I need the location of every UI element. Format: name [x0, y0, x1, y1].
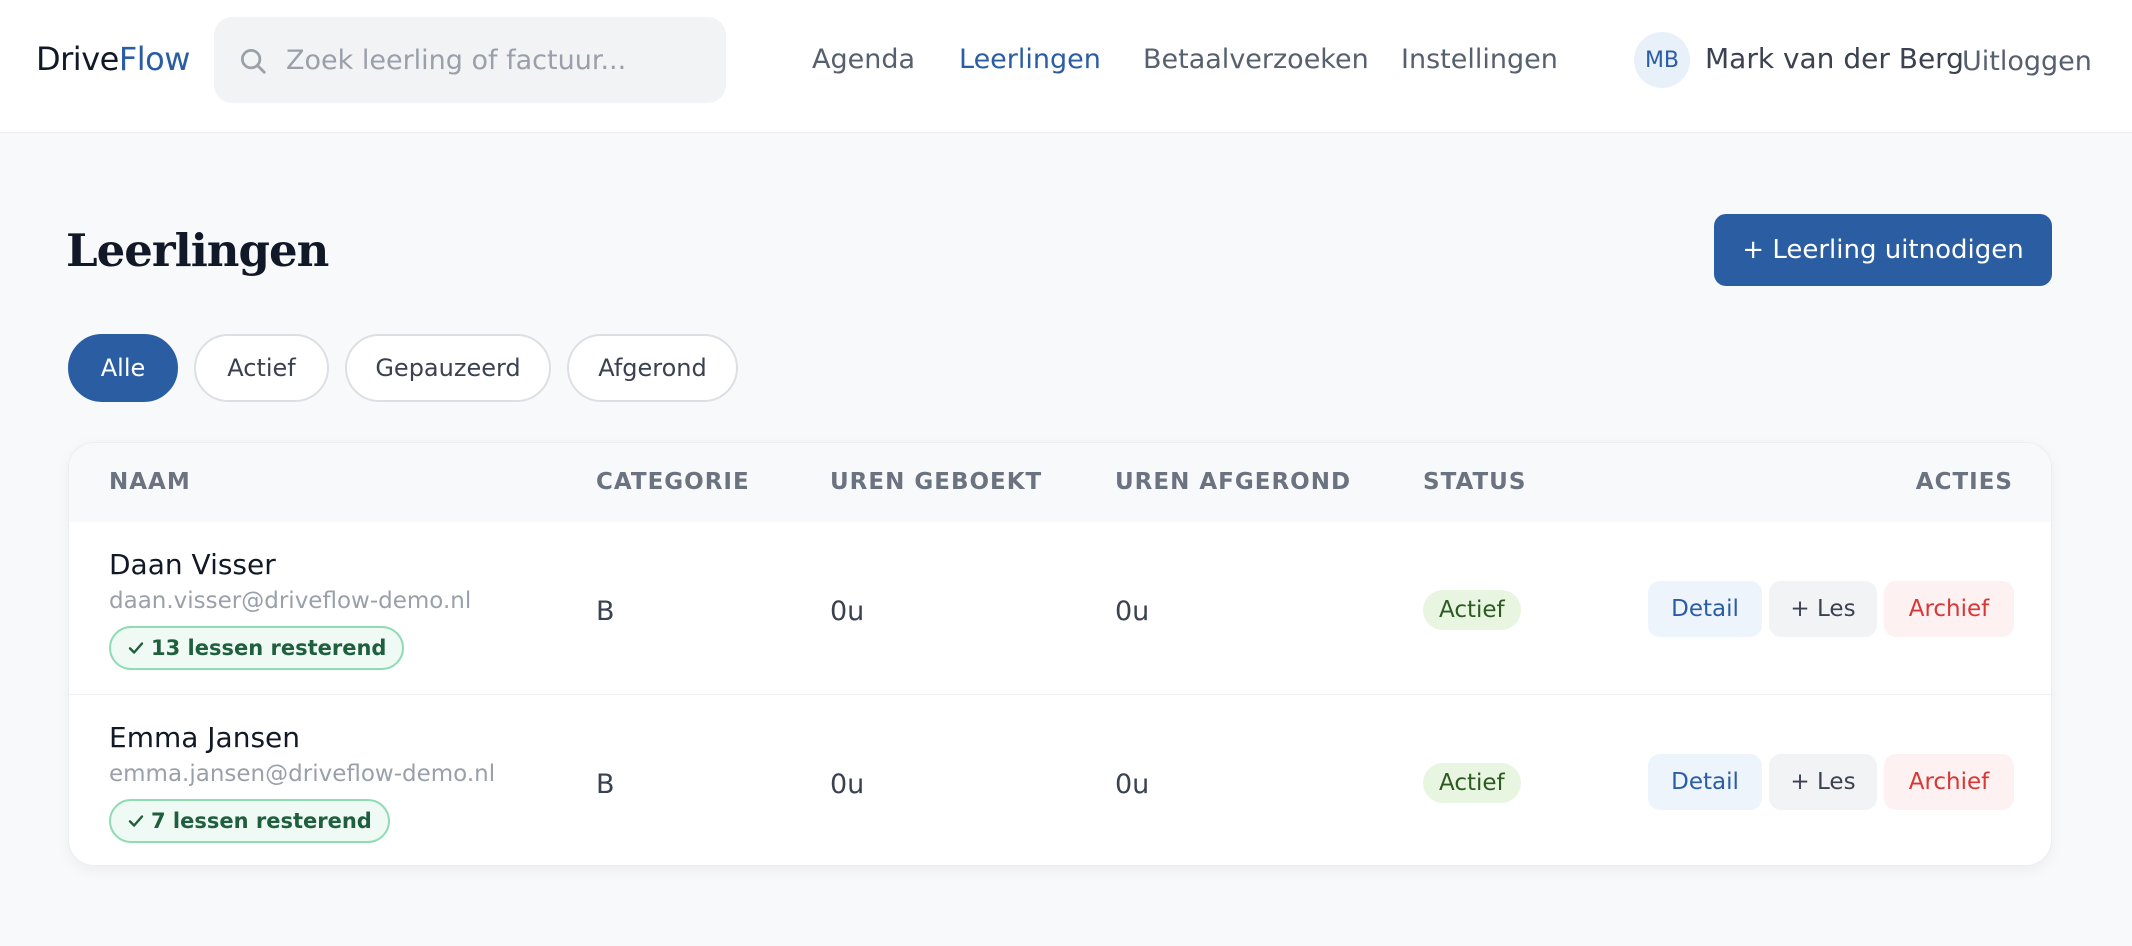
cell-categorie: B	[596, 596, 615, 627]
table-row: Emma Jansen emma.jansen@driveflow-demo.n…	[69, 695, 2051, 865]
header-acties: ACTIES	[1915, 469, 2013, 495]
logo-part-flow: Flow	[118, 40, 191, 78]
page-title: Leerlingen	[66, 224, 329, 277]
lessons-remaining-badge: 13 lessen resterend	[109, 626, 405, 670]
check-icon	[128, 815, 144, 827]
search-input[interactable]	[286, 17, 706, 103]
lessons-remaining-text: 7 lessen resterend	[151, 809, 372, 833]
lessons-remaining-text: 13 lessen resterend	[151, 636, 387, 660]
table-row: Daan Visser daan.visser@driveflow-demo.n…	[69, 522, 2051, 695]
header-categorie: CATEGORIE	[596, 469, 750, 495]
filter-afgerond[interactable]: Afgerond	[567, 334, 738, 402]
top-bar: DriveFlow Agenda Leerlingen Betaalverzoe…	[0, 0, 2132, 133]
nav-agenda[interactable]: Agenda	[812, 44, 915, 75]
add-lesson-button[interactable]: + Les	[1769, 581, 1877, 637]
check-icon	[128, 642, 144, 654]
student-email: daan.visser@driveflow-demo.nl	[109, 588, 472, 614]
logo-part-drive: Drive	[36, 40, 119, 78]
nav-leerlingen[interactable]: Leerlingen	[959, 44, 1101, 75]
table-header: NAAM CATEGORIE UREN GEBOEKT UREN AFGERON…	[69, 443, 2051, 522]
header-naam: NAAM	[109, 469, 191, 495]
student-name[interactable]: Emma Jansen	[109, 721, 300, 754]
detail-button[interactable]: Detail	[1648, 581, 1762, 637]
avatar[interactable]: MB	[1634, 32, 1690, 88]
header-status: STATUS	[1423, 469, 1527, 495]
filter-alle[interactable]: Alle	[68, 334, 178, 402]
add-lesson-button[interactable]: + Les	[1769, 754, 1877, 810]
header-uren-afgerond: UREN AFGEROND	[1115, 469, 1352, 495]
nav-betaalverzoeken[interactable]: Betaalverzoeken	[1143, 44, 1369, 75]
cell-uren-geboekt: 0u	[830, 769, 865, 800]
detail-button[interactable]: Detail	[1648, 754, 1762, 810]
cell-uren-afgerond: 0u	[1115, 769, 1150, 800]
cell-uren-geboekt: 0u	[830, 596, 865, 627]
student-name[interactable]: Daan Visser	[109, 548, 276, 581]
filter-gepauzeerd[interactable]: Gepauzeerd	[345, 334, 551, 402]
invite-student-button[interactable]: + Leerling uitnodigen	[1714, 214, 2052, 286]
search-box[interactable]	[214, 17, 726, 103]
user-name: Mark van der Berg	[1705, 42, 1964, 75]
archive-button[interactable]: Archief	[1884, 754, 2014, 810]
lessons-remaining-badge: 7 lessen resterend	[109, 799, 390, 843]
nav-instellingen[interactable]: Instellingen	[1401, 44, 1558, 75]
student-email: emma.jansen@driveflow-demo.nl	[109, 761, 496, 787]
students-table: NAAM CATEGORIE UREN GEBOEKT UREN AFGERON…	[68, 442, 2052, 866]
search-icon	[241, 49, 266, 74]
filter-actief[interactable]: Actief	[194, 334, 329, 402]
logout-link[interactable]: Uitloggen	[1962, 46, 2092, 77]
cell-uren-afgerond: 0u	[1115, 596, 1150, 627]
status-badge: Actief	[1423, 590, 1521, 630]
logo[interactable]: DriveFlow	[36, 40, 190, 78]
header-uren-geboekt: UREN GEBOEKT	[830, 469, 1043, 495]
status-badge: Actief	[1423, 763, 1521, 803]
cell-categorie: B	[596, 769, 615, 800]
archive-button[interactable]: Archief	[1884, 581, 2014, 637]
